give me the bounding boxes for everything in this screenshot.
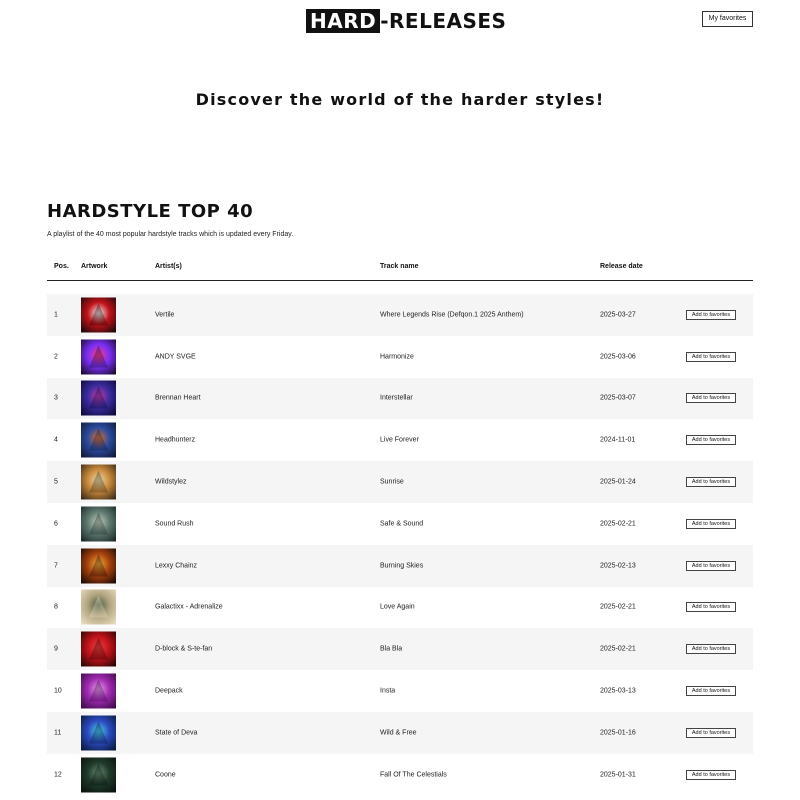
row-track: Sunrise [380, 478, 404, 486]
row-track: Fall Of The Celestials [380, 771, 447, 779]
row-track: Where Legends Rise (Defqon.1 2025 Anthem… [380, 311, 524, 319]
row-position: 9 [54, 645, 58, 653]
site-logo[interactable]: HARD -RELEASES [306, 9, 506, 33]
row-artist: Headhunterz [155, 436, 196, 444]
track-artwork [81, 757, 116, 793]
add-to-favorites-button[interactable]: Add to favorites [686, 477, 736, 488]
table-row: 6 Sound Rush Safe & Sound 2025-02-21 Add to … [47, 503, 753, 545]
row-artist: Wildstylez [155, 478, 187, 486]
table-row: 4 Headhunterz Live Forever 2024-11-01 Add to… [47, 419, 753, 461]
row-release-date: 2025-01-24 [600, 478, 636, 486]
track-artwork [81, 673, 116, 709]
track-artwork [81, 464, 116, 500]
add-to-favorites-button[interactable]: Add to favorites [686, 435, 736, 446]
track-artwork [81, 631, 116, 667]
row-track: Burning Skies [380, 562, 424, 570]
row-position: 2 [54, 353, 58, 361]
tagline: Discover the world of the harder styles! [195, 90, 605, 109]
row-position: 10 [54, 687, 62, 695]
row-artist: Galactixx - Adrenalize [155, 603, 223, 611]
playlist-description: A playlist of the 40 most popular hardst… [47, 231, 294, 238]
row-release-date: 2025-03-27 [600, 311, 636, 319]
table-row: 10 Deepack Insta 2025-03-13 Add to favorites [47, 670, 753, 712]
column-header-artists: Artist(s) [155, 263, 182, 270]
add-to-favorites-button[interactable]: Add to favorites [686, 518, 736, 529]
add-to-favorites-button[interactable]: Add to favorites [686, 686, 736, 697]
row-track: Live Forever [380, 436, 419, 444]
row-artist: ANDY SVGE [155, 353, 196, 361]
row-track: Wild & Free [380, 729, 417, 737]
add-to-favorites-button[interactable]: Add to favorites [686, 393, 736, 404]
row-position: 8 [54, 603, 58, 611]
row-artist: Vertile [155, 311, 175, 319]
row-release-date: 2025-02-21 [600, 645, 636, 653]
add-to-favorites-button[interactable]: Add to favorites [686, 560, 736, 571]
table-row: 5 Wildstylez Sunrise 2025-01-24 Add to favor… [47, 461, 753, 503]
track-artwork [81, 339, 116, 375]
my-favorites-button[interactable]: My favorites [702, 11, 753, 27]
playlist-table: 1 Vertile Where Legends Rise (Defqon.1 202… [47, 294, 753, 796]
row-position: 11 [54, 729, 62, 737]
row-artist: Deepack [155, 687, 183, 695]
row-artist: Brennan Heart [155, 394, 201, 402]
table-row: 2 ANDY SVGE Harmonize 2025-03-06 Add to favo… [47, 336, 753, 378]
row-position: 5 [54, 478, 58, 486]
row-position: 12 [54, 771, 62, 779]
column-header-pos: Pos. [54, 263, 69, 270]
row-position: 1 [54, 311, 58, 319]
add-to-favorites-button[interactable]: Add to favorites [686, 351, 736, 362]
logo-text: -RELEASES [380, 9, 507, 33]
row-artist: Lexxy Chainz [155, 562, 198, 570]
table-row: 3 Brennan Heart Interstellar 2025-03-07 Add … [47, 377, 753, 420]
row-release-date: 2024-11-01 [600, 436, 636, 444]
row-release-date: 2025-02-13 [600, 562, 636, 570]
row-release-date: 2025-03-07 [600, 394, 636, 402]
row-artist: D-block & S-te-fan [155, 645, 213, 653]
track-artwork [81, 422, 116, 458]
table-header: Pos. Artwork Artist(s) Track name Releas… [47, 258, 753, 281]
row-track: Insta [380, 687, 396, 695]
row-release-date: 2025-02-21 [600, 520, 636, 528]
row-track: Interstellar [380, 394, 413, 402]
add-to-favorites-button[interactable]: Add to favorites [686, 602, 736, 613]
row-track: Bla Bla [380, 645, 403, 653]
track-artwork [81, 715, 116, 751]
table-row: 9 D-block & S-te-fan Bla Bla 2025-02-21 Add … [47, 628, 753, 671]
row-position: 3 [54, 394, 58, 402]
add-to-favorites-button[interactable]: Add to favorites [686, 309, 736, 320]
row-position: 6 [54, 520, 58, 528]
row-artist: Sound Rush [155, 520, 194, 528]
table-row: 11 State of Deva Wild & Free 2025-01-16 Add … [47, 711, 753, 754]
row-release-date: 2025-01-16 [600, 729, 636, 737]
track-artwork [81, 506, 116, 542]
row-release-date: 2025-03-06 [600, 353, 636, 361]
track-artwork [81, 297, 116, 333]
logo-box: HARD [306, 9, 381, 33]
row-artist: Coone [155, 771, 176, 779]
row-position: 4 [54, 436, 58, 444]
table-row: 1 Vertile Where Legends Rise (Defqon.1 202… [47, 294, 753, 336]
table-row: 7 Lexxy Chainz Burning Skies 2025-02-13 Add … [47, 544, 753, 587]
track-artwork [81, 589, 116, 625]
column-header-track: Track name [380, 263, 419, 270]
row-release-date: 2025-01-31 [600, 771, 636, 779]
site-header: HARD -RELEASES My favorites [0, 0, 800, 40]
track-artwork [81, 380, 116, 416]
column-header-artwork: Artwork [81, 263, 108, 270]
row-release-date: 2025-03-13 [600, 687, 636, 695]
add-to-favorites-button[interactable]: Add to favorites [686, 769, 736, 780]
column-header-release: Release date [600, 263, 643, 270]
track-artwork [81, 548, 116, 584]
table-row: 8 Galactixx - Adrenalize Love Again 2025-02… [47, 587, 753, 629]
row-track: Love Again [380, 603, 415, 611]
row-position: 7 [54, 562, 58, 570]
table-row: 12 Coone Fall Of The Celestials 2025-01-31 A… [47, 754, 753, 796]
add-to-favorites-button[interactable]: Add to favorites [686, 727, 736, 738]
playlist-title: HARDSTYLE TOP 40 [47, 201, 254, 222]
row-track: Safe & Sound [380, 520, 424, 528]
row-artist: State of Deva [155, 729, 198, 737]
row-track: Harmonize [380, 353, 414, 361]
add-to-favorites-button[interactable]: Add to favorites [686, 644, 736, 655]
row-release-date: 2025-02-21 [600, 603, 636, 611]
